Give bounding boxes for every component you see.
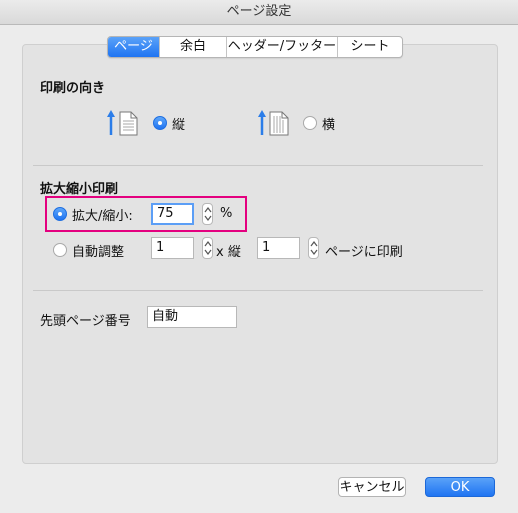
fit-tall-stepper[interactable] — [308, 237, 319, 259]
percent-symbol: % — [220, 206, 233, 221]
orientation-heading: 印刷の向き — [40, 81, 106, 96]
portrait-radio[interactable] — [153, 116, 167, 130]
landscape-label: 横 — [322, 118, 336, 133]
times-tall-label: x 縦 — [216, 245, 241, 260]
adjust-percent-stepper[interactable] — [202, 203, 213, 225]
landscape-orientation-icon — [258, 110, 289, 136]
tab-header-footer[interactable]: ヘッダー/フッター — [226, 37, 337, 57]
fit-to-page-label: 自動調整 — [72, 245, 125, 260]
landscape-radio[interactable] — [303, 116, 317, 130]
fit-wide-stepper[interactable] — [202, 237, 213, 259]
stepper-arrows-icon — [310, 241, 318, 255]
tab-bar: ページ 余白 ヘッダー/フッター シート — [107, 36, 403, 58]
tab-sheet[interactable]: シート — [337, 37, 402, 57]
window-titlebar: ページ設定 — [0, 0, 518, 25]
section-divider — [33, 165, 483, 166]
portrait-orientation-icon — [107, 110, 138, 136]
cancel-button[interactable]: キャンセル — [338, 477, 406, 497]
fit-suffix-label: ページに印刷 — [325, 245, 403, 260]
adjust-radio[interactable] — [53, 207, 67, 221]
scaling-heading: 拡大縮小印刷 — [40, 182, 119, 197]
section-divider — [33, 290, 483, 291]
fit-wide-input[interactable]: 1 — [151, 237, 194, 259]
stepper-arrows-icon — [204, 207, 212, 221]
adjust-percent-input[interactable]: 75 — [151, 203, 194, 225]
first-page-number-label: 先頭ページ番号 — [40, 314, 131, 329]
tab-margins[interactable]: 余白 — [159, 37, 226, 57]
window-title: ページ設定 — [226, 4, 292, 19]
fit-to-page-radio[interactable] — [53, 243, 67, 257]
portrait-label: 縦 — [172, 118, 186, 133]
first-page-number-input[interactable]: 自動 — [147, 306, 237, 328]
fit-tall-input[interactable]: 1 — [257, 237, 300, 259]
adjust-label: 拡大/縮小: — [72, 209, 133, 224]
ok-button[interactable]: OK — [425, 477, 495, 497]
tab-page[interactable]: ページ — [108, 37, 159, 57]
stepper-arrows-icon — [204, 241, 212, 255]
